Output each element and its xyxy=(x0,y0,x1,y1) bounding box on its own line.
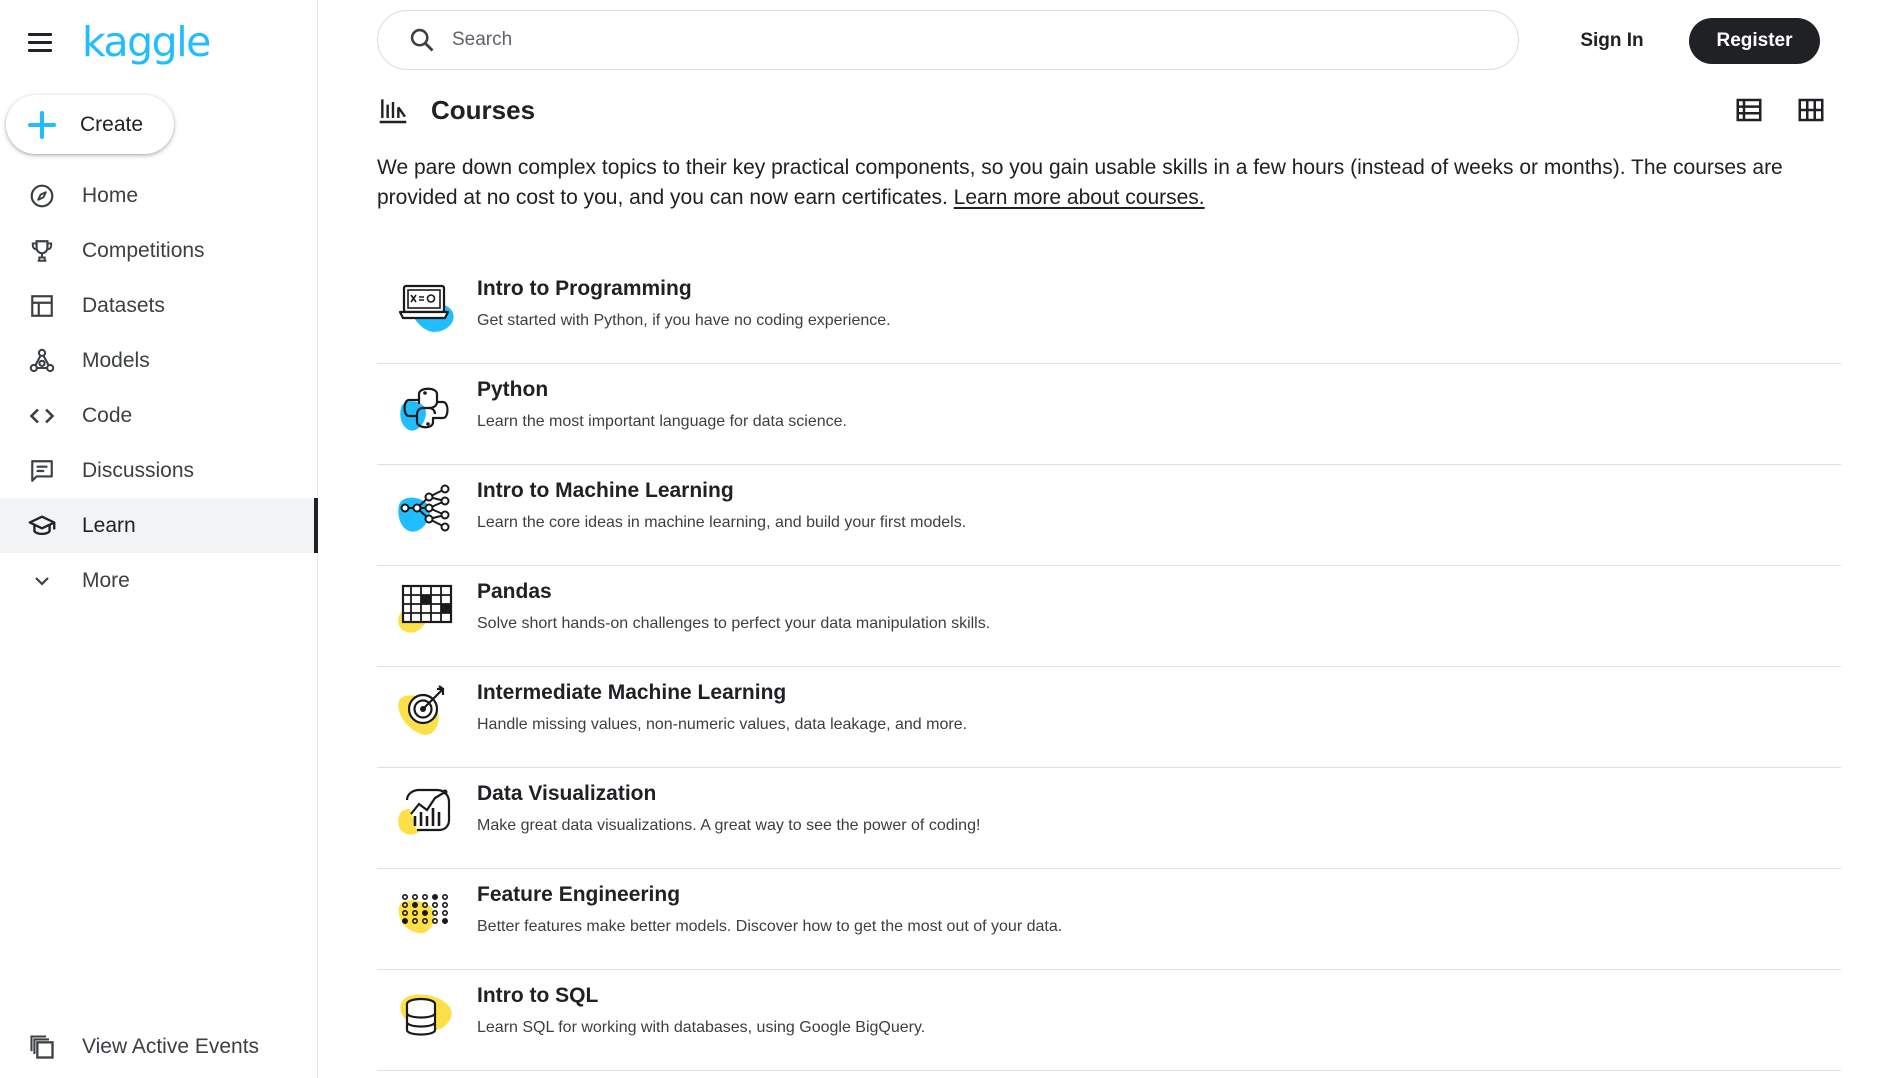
neural-network-icon xyxy=(398,484,450,532)
course-item-feature-engineering[interactable]: Feature Engineering Better features make… xyxy=(377,869,1841,970)
learn-more-link[interactable]: Learn more about courses. xyxy=(954,186,1205,209)
search-bar[interactable] xyxy=(377,10,1519,70)
course-title: Intro to Machine Learning xyxy=(477,479,734,502)
chart-icon xyxy=(398,788,451,835)
sidebar-nav: Home Competitions Datasets Models Code D… xyxy=(0,168,318,608)
courses-intro: We pare down complex topics to their key… xyxy=(377,153,1827,213)
models-icon xyxy=(28,347,56,375)
course-item-intro-to-programming[interactable]: Intro to Programming Get started with Py… xyxy=(377,263,1841,364)
course-description: Get started with Python, if you have no … xyxy=(477,312,891,329)
view-toggles xyxy=(1733,94,1827,126)
course-description: Solve short hands-on challenges to perfe… xyxy=(477,615,991,632)
create-label: Create xyxy=(80,112,144,136)
brand: kaggle xyxy=(28,21,211,63)
page-header: Courses xyxy=(377,90,1827,130)
course-description: Make great data visualizations. A great … xyxy=(477,817,981,834)
course-item-python[interactable]: Python Learn the most important language… xyxy=(377,364,1841,465)
sidebar-item-label: Home xyxy=(82,183,139,207)
search-icon xyxy=(410,28,434,52)
course-description: Learn the core ideas in machine learning… xyxy=(477,514,967,531)
compass-icon xyxy=(28,182,56,210)
database-icon xyxy=(400,994,452,1036)
course-item-intermediate-machine-learning[interactable]: Intermediate Machine Learning Handle mis… xyxy=(377,667,1841,768)
course-item-intro-to-machine-learning[interactable]: Intro to Machine Learning Learn the core… xyxy=(377,465,1841,566)
sidebar-item-competitions[interactable]: Competitions xyxy=(0,223,318,278)
course-title: Python xyxy=(477,378,549,401)
course-list: Intro to Programming Get started with Py… xyxy=(377,263,1841,1071)
sidebar-item-label: Learn xyxy=(82,513,136,537)
course-title: Intermediate Machine Learning xyxy=(477,681,787,704)
course-item-intro-to-sql[interactable]: Intro to SQL Learn SQL for working with … xyxy=(377,970,1841,1071)
sidebar-item-code[interactable]: Code xyxy=(0,388,318,443)
sidebar-item-models[interactable]: Models xyxy=(0,333,318,388)
sidebar-item-discussions[interactable]: Discussions xyxy=(0,443,318,498)
sidebar-item-learn[interactable]: Learn xyxy=(0,498,318,553)
table-icon xyxy=(28,292,56,320)
sidebar-item-label: Datasets xyxy=(82,293,165,317)
sidebar-item-datasets[interactable]: Datasets xyxy=(0,278,318,333)
sidebar-item-label: Code xyxy=(82,403,133,427)
course-title: Feature Engineering xyxy=(477,883,681,906)
sidebar-item-more[interactable]: More xyxy=(0,553,318,608)
page-title: Courses xyxy=(431,94,536,125)
kaggle-logo[interactable]: kaggle xyxy=(82,21,211,63)
dataframe-grid-icon xyxy=(398,584,453,633)
laptop-icon xyxy=(398,284,454,332)
trophy-icon xyxy=(28,237,56,265)
sidebar-item-label: Competitions xyxy=(82,238,205,262)
list-view-icon[interactable] xyxy=(1733,94,1765,126)
sidebar: kaggle Create Home Competitions Datasets xyxy=(0,0,318,1078)
course-description: Better features make better models. Disc… xyxy=(477,918,1063,935)
course-title: Data Visualization xyxy=(477,782,657,805)
course-description: Learn the most important language for da… xyxy=(477,413,847,430)
sidebar-item-label: More xyxy=(82,568,130,592)
sidebar-item-label: Discussions xyxy=(82,458,195,482)
view-active-events[interactable]: View Active Events xyxy=(0,1019,318,1074)
course-description: Learn SQL for working with databases, us… xyxy=(477,1019,926,1036)
chevron-down-icon xyxy=(28,567,56,595)
dot-matrix-icon xyxy=(398,894,448,934)
register-button[interactable]: Register xyxy=(1689,18,1820,64)
target-icon xyxy=(398,685,445,735)
discussions-icon xyxy=(28,457,56,485)
course-item-data-visualization[interactable]: Data Visualization Make great data visua… xyxy=(377,768,1841,869)
events-icon xyxy=(28,1033,56,1061)
course-title: Pandas xyxy=(477,580,552,603)
school-icon xyxy=(28,512,56,540)
sidebar-item-label: Models xyxy=(82,348,150,372)
view-active-events-label: View Active Events xyxy=(82,1034,260,1058)
python-icon xyxy=(400,387,449,431)
search-input[interactable] xyxy=(452,29,1352,51)
courses-icon xyxy=(379,99,407,124)
course-description: Handle missing values, non-numeric value… xyxy=(477,716,968,733)
plus-icon xyxy=(26,109,58,141)
course-item-pandas[interactable]: Pandas Solve short hands-on challenges t… xyxy=(377,566,1841,667)
menu-icon[interactable] xyxy=(28,28,56,56)
create-button[interactable]: Create xyxy=(6,95,174,154)
course-title: Intro to Programming xyxy=(477,277,692,300)
course-title: Intro to SQL xyxy=(477,984,599,1007)
code-icon xyxy=(28,402,56,430)
sign-in-button[interactable]: Sign In xyxy=(1562,18,1662,64)
grid-view-icon[interactable] xyxy=(1795,94,1827,126)
sidebar-item-home[interactable]: Home xyxy=(0,168,318,223)
